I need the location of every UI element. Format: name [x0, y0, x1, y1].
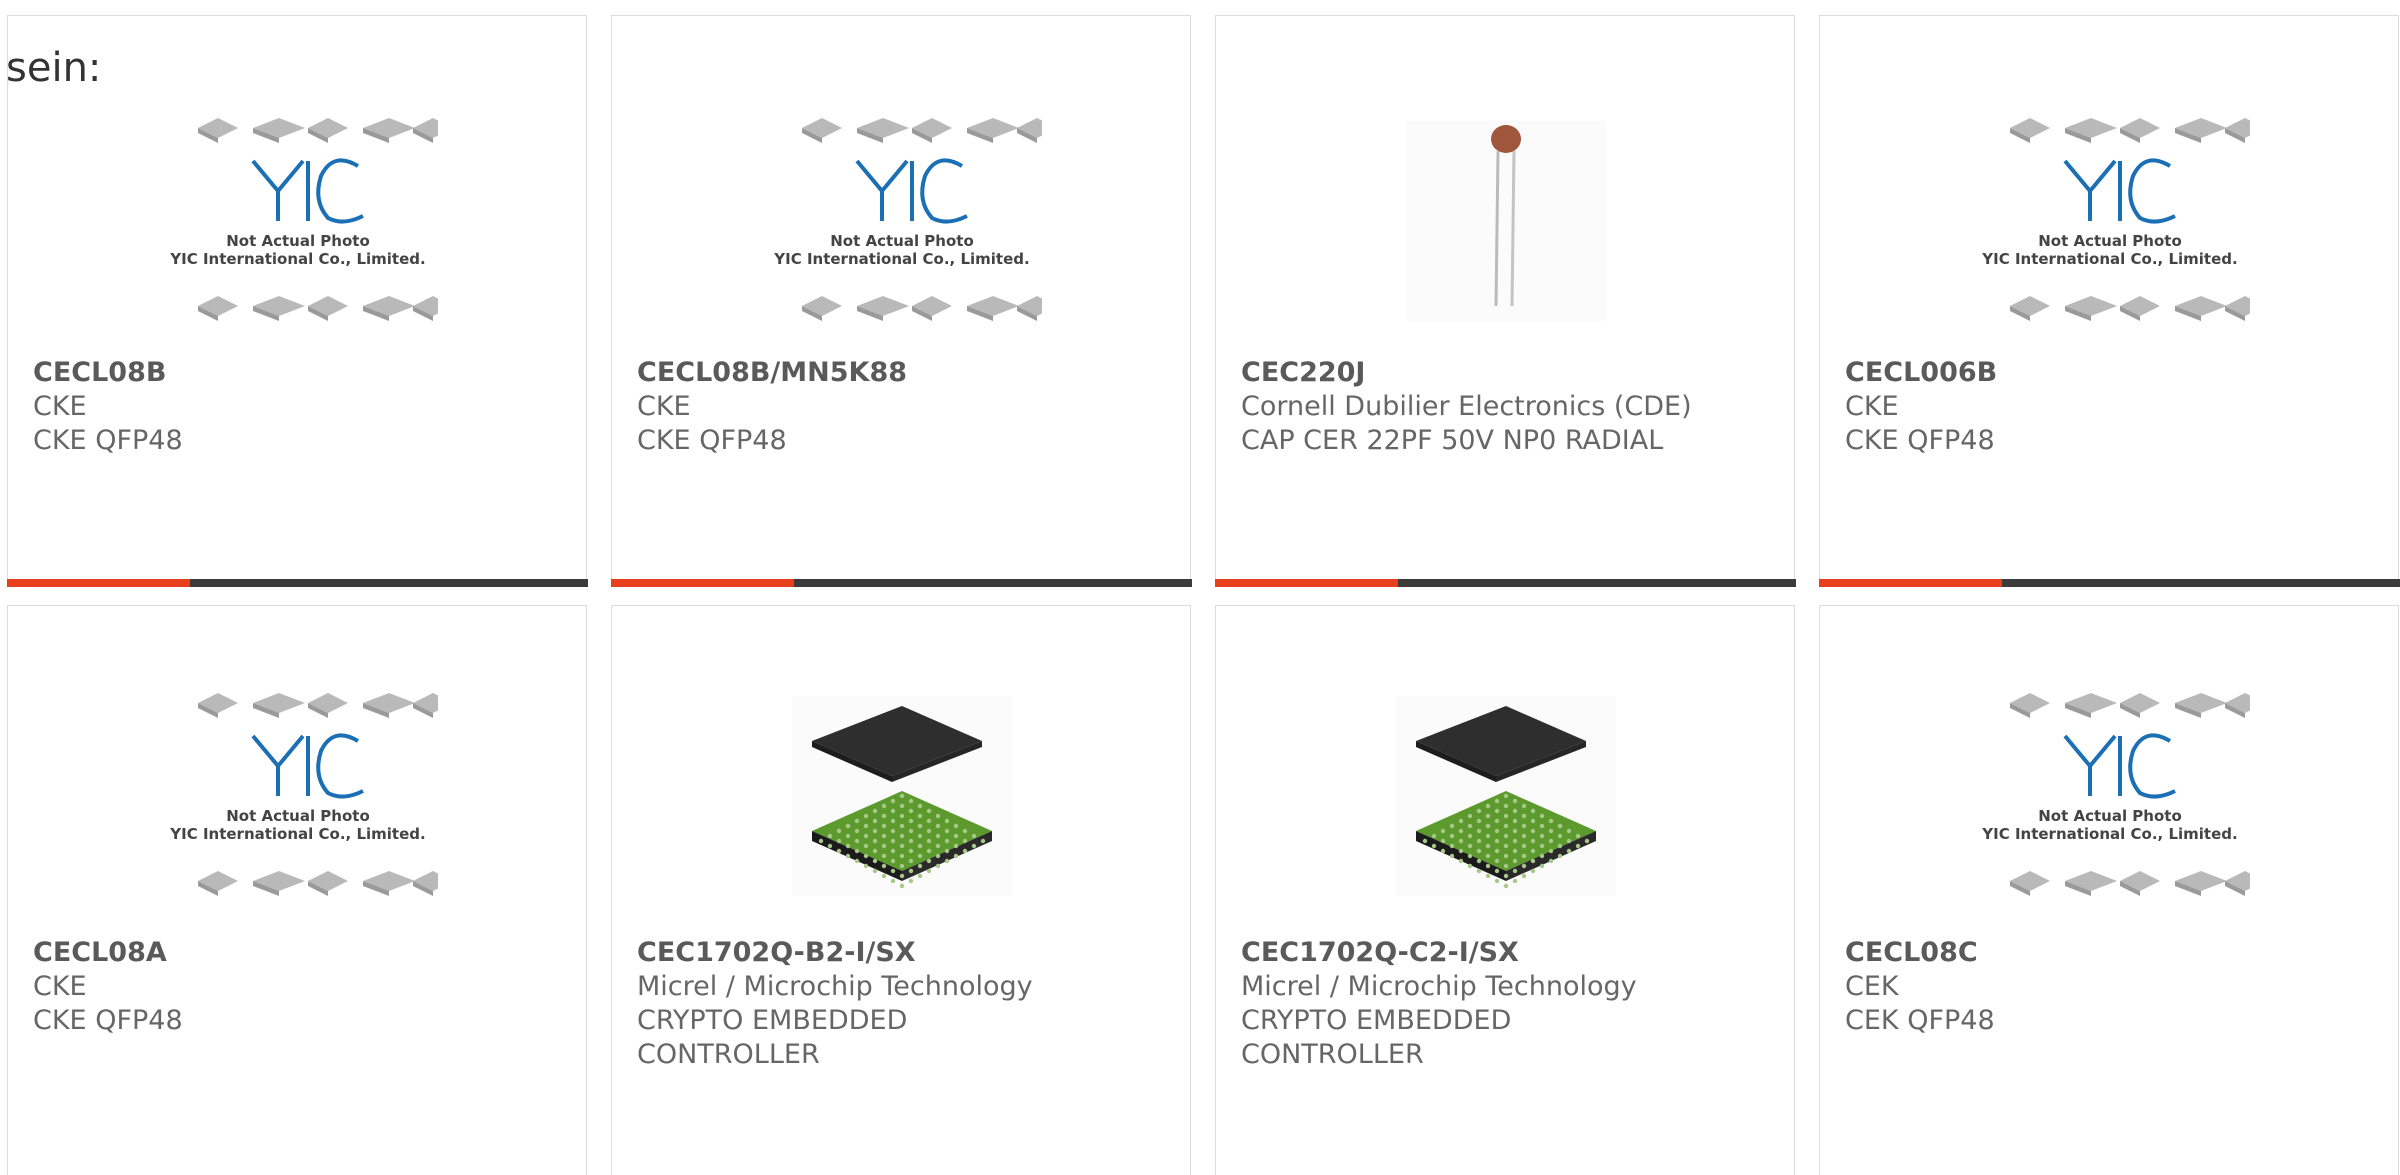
product-image[interactable]: Not Actual Photo YIC International Co., …: [158, 671, 438, 921]
yic-placeholder-icon: Not Actual Photo YIC International Co., …: [1981, 118, 2250, 321]
manufacturer: CKE: [33, 391, 87, 422]
product-image[interactable]: Not Actual Photo YIC International Co., …: [158, 96, 438, 346]
yic-placeholder-icon: Not Actual Photo YIC International Co., …: [773, 118, 1042, 321]
product-card[interactable]: Not Actual Photo YIC International Co., …: [6, 15, 588, 587]
yic-logo-icon: [251, 158, 364, 224]
product-card[interactable]: Not Actual Photo YIC International Co., …: [7, 605, 587, 1175]
chip-row-bottom-icon: [2010, 871, 2250, 896]
yic-logo-icon: [855, 158, 968, 224]
chip-row-bottom-icon: [198, 296, 438, 321]
description: CKE QFP48: [1845, 425, 1995, 456]
card-bottom-bar: [1818, 578, 2400, 587]
svg-text:YIC International Co., Limited: YIC International Co., Limited.: [1981, 825, 2237, 843]
description: CRYPTO EMBEDDED CONTROLLER: [637, 1005, 908, 1070]
svg-text:YIC International Co., Limited: YIC International Co., Limited.: [169, 250, 425, 268]
yic-placeholder-icon: Not Actual Photo YIC International Co., …: [169, 118, 438, 321]
svg-text:Not Actual Photo: Not Actual Photo: [226, 232, 370, 250]
manufacturer: Cornell Dubilier Electronics (CDE): [1241, 391, 1692, 422]
description: CRYPTO EMBEDDED CONTROLLER: [1241, 1005, 1512, 1070]
yic-logo-icon: [2063, 158, 2176, 224]
part-number[interactable]: CECL006B: [1845, 356, 2378, 390]
svg-text:YIC International Co., Limited: YIC International Co., Limited.: [169, 825, 425, 843]
ceramic-capacitor-icon: [1406, 121, 1606, 321]
part-number[interactable]: CEC1702Q-C2-I/SX: [1241, 936, 1774, 970]
svg-text:YIC International Co., Limited: YIC International Co., Limited.: [773, 250, 1029, 268]
description: CAP CER 22PF 50V NP0 RADIAL: [1241, 425, 1664, 456]
part-number[interactable]: CECL08B: [33, 356, 566, 390]
manufacturer: CKE: [637, 391, 691, 422]
description: CEK QFP48: [1845, 1005, 1995, 1036]
manufacturer: CKE: [1845, 391, 1899, 422]
svg-text:Not Actual Photo: Not Actual Photo: [226, 807, 370, 825]
product-image[interactable]: Not Actual Photo YIC International Co., …: [762, 96, 1042, 346]
part-number[interactable]: CECL08C: [1845, 936, 2378, 970]
product-image[interactable]: Not Actual Photo YIC International Co., …: [1970, 96, 2250, 346]
card-bottom-bar: [610, 578, 1192, 587]
manufacturer: Micrel / Microchip Technology: [637, 971, 1033, 1002]
product-card[interactable]: CEC1702Q-C2-I/SX Micrel / Microchip Tech…: [1215, 605, 1795, 1175]
chip-row-top-icon: [2010, 118, 2250, 143]
svg-text:Not Actual Photo: Not Actual Photo: [2038, 807, 2182, 825]
chip-row-top-icon: [802, 118, 1042, 143]
card-bottom-bar: [6, 578, 588, 587]
yic-placeholder-icon: Not Actual Photo YIC International Co., …: [1981, 693, 2250, 896]
yic-logo-icon: [2063, 733, 2176, 799]
product-image[interactable]: [1366, 96, 1646, 346]
part-number[interactable]: CEC1702Q-B2-I/SX: [637, 936, 1170, 970]
svg-text:Not Actual Photo: Not Actual Photo: [2038, 232, 2182, 250]
intro-text: sein:: [6, 45, 102, 91]
card-bottom-bar: [1214, 578, 1796, 587]
card-accent-bar: [1214, 578, 1398, 587]
description: CKE QFP48: [637, 425, 787, 456]
chip-row-top-icon: [198, 118, 438, 143]
product-card[interactable]: CEC220J Cornell Dubilier Electronics (CD…: [1214, 15, 1796, 587]
card-accent-bar: [1818, 578, 2002, 587]
chip-row-top-icon: [2010, 693, 2250, 718]
description: CKE QFP48: [33, 425, 183, 456]
product-card[interactable]: Not Actual Photo YIC International Co., …: [610, 15, 1192, 587]
yic-logo-icon: [251, 733, 364, 799]
chip-row-bottom-icon: [198, 871, 438, 896]
chip-row-top-icon: [198, 693, 438, 718]
product-card[interactable]: Not Actual Photo YIC International Co., …: [1818, 15, 2400, 587]
chip-row-bottom-icon: [802, 296, 1042, 321]
product-image[interactable]: [762, 671, 1042, 921]
product-card[interactable]: CEC1702Q-B2-I/SX Micrel / Microchip Tech…: [611, 605, 1191, 1175]
manufacturer: Micrel / Microchip Technology: [1241, 971, 1637, 1002]
card-accent-bar: [6, 578, 190, 587]
product-grid: Not Actual Photo YIC International Co., …: [0, 0, 2400, 1175]
manufacturer: CEK: [1845, 971, 1899, 1002]
chip-row-bottom-icon: [2010, 296, 2250, 321]
part-number[interactable]: CEC220J: [1241, 356, 1774, 390]
part-number[interactable]: CECL08A: [33, 936, 566, 970]
bga-chip-icon: [792, 696, 1012, 896]
card-accent-bar: [610, 578, 794, 587]
manufacturer: CKE: [33, 971, 87, 1002]
bga-chip-icon: [1396, 696, 1616, 896]
svg-text:YIC International Co., Limited: YIC International Co., Limited.: [1981, 250, 2237, 268]
product-card[interactable]: Not Actual Photo YIC International Co., …: [1819, 605, 2399, 1175]
yic-placeholder-icon: Not Actual Photo YIC International Co., …: [169, 693, 438, 896]
product-image[interactable]: Not Actual Photo YIC International Co., …: [1970, 671, 2250, 921]
description: CKE QFP48: [33, 1005, 183, 1036]
part-number[interactable]: CECL08B/MN5K88: [637, 356, 1170, 390]
product-image[interactable]: [1366, 671, 1646, 921]
svg-text:Not Actual Photo: Not Actual Photo: [830, 232, 974, 250]
